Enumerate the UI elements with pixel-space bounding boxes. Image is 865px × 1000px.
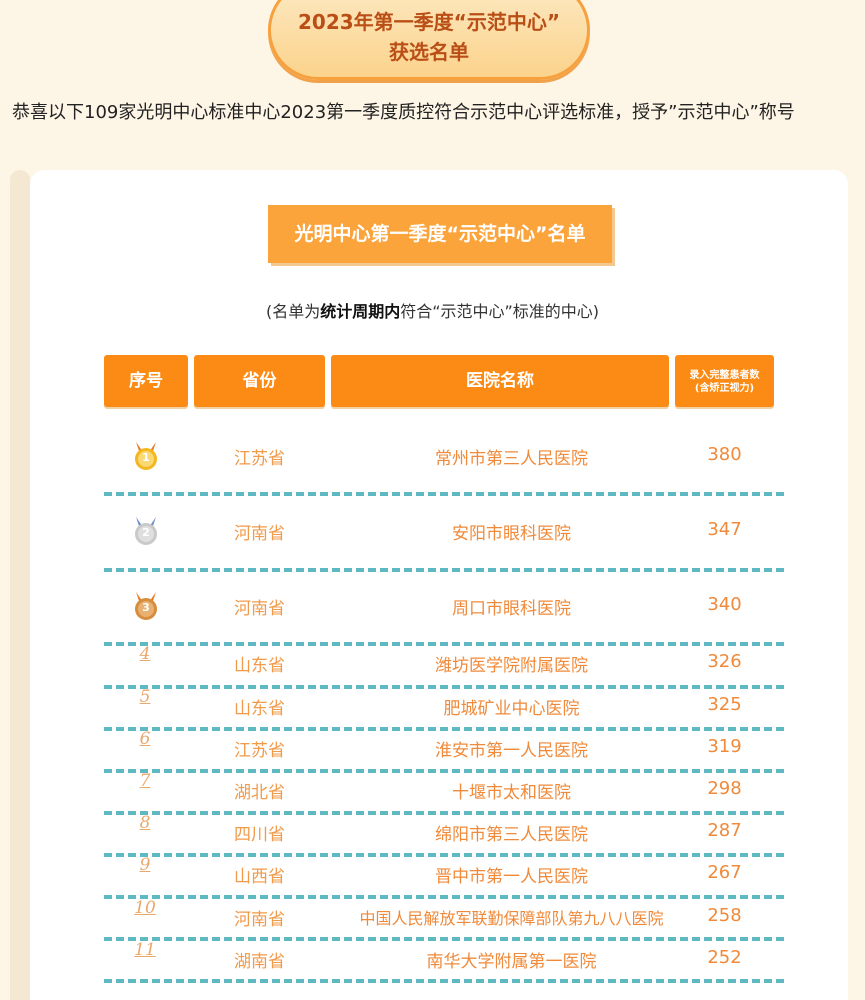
patient-count-cell: 340 [707,594,742,615]
hospital-cell: 安阳市眼科医院 [452,524,571,544]
rank-number-text: 5 [139,687,151,707]
side-strip [10,170,30,1000]
rank-number: 10 [115,898,175,928]
patient-count-cell: 380 [707,444,742,465]
hospital-cell: 晋中市第一人民医院 [435,867,588,887]
hospital-cell: 南华大学附属第一医院 [426,952,597,972]
header-count-line1: 录入完整患者数 [689,370,760,381]
header-province: 省份 [194,355,325,407]
rank-number-text: 10 [134,898,156,918]
row-divider [104,727,784,731]
patient-count-cell: 267 [707,862,742,883]
banner-title-line1: 2023年第一季度“示范中心” [298,10,560,34]
row-divider [104,937,784,941]
province-cell: 四川省 [234,825,285,845]
bronze-medal-icon: 3 [130,590,162,622]
province-cell: 江苏省 [234,741,285,761]
rank-number-text: 8 [139,813,151,833]
patient-count-cell: 325 [707,694,742,715]
province-cell: 湖南省 [234,952,285,972]
rank-number: 9 [115,855,175,885]
rank-number-text: 11 [134,940,156,960]
hospital-cell: 常州市第三人民医院 [435,449,588,469]
patient-count-cell: 252 [707,947,742,968]
medal-number: 2 [142,526,150,539]
rank-number: 5 [115,687,175,717]
medal-number: 1 [142,451,150,464]
note-bold: 统计周期内 [320,302,401,321]
hospital-cell: 淮安市第一人民医院 [435,741,588,761]
province-cell: 河南省 [234,910,285,930]
gold-medal-icon: 1 [130,440,162,472]
rank-number-text: 6 [139,729,151,749]
row-divider [104,642,784,646]
list-note: (名单为统计周期内符合“示范中心”标准的中心) [0,298,865,322]
row-divider [104,685,784,689]
province-cell: 山东省 [234,656,285,676]
patient-count-cell: 298 [707,778,742,799]
hospital-cell: 肥城矿业中心医院 [443,699,580,719]
patient-count-cell: 258 [707,905,742,926]
medal-number: 3 [142,601,150,614]
patient-count-cell: 319 [707,736,742,757]
banner-title-line2: 获选名单 [389,40,469,64]
patient-count-cell: 287 [707,820,742,841]
province-cell: 河南省 [234,524,285,544]
rank-number: 4 [115,644,175,674]
header-hospital: 医院名称 [331,355,669,407]
province-cell: 湖北省 [234,783,285,803]
patient-count-cell: 326 [707,651,742,672]
header-rank: 序号 [104,355,188,407]
province-cell: 山西省 [234,867,285,887]
row-divider [104,492,784,496]
intro-text: 恭喜以下109家光明中心标准中心2023第一季度质控符合示范中心评选标准，授予”… [12,102,795,123]
province-cell: 江苏省 [234,449,285,469]
note-suffix: 符合“示范中心”标准的中心) [400,302,600,321]
list-title: 光明中心第一季度“示范中心”名单 [268,205,612,263]
row-divider [104,568,784,572]
row-divider [104,769,784,773]
hospital-cell: 十堰市太和医院 [452,783,571,803]
row-divider [104,895,784,899]
header-count: 录入完整患者数 (含矫正视力) [675,355,774,407]
title-banner: 2023年第一季度“示范中心” 获选名单 [268,0,590,80]
header-count-line2: (含矫正视力) [694,383,755,394]
row-divider [104,811,784,815]
rank-number: 7 [115,771,175,801]
note-prefix: (名单为 [265,302,321,321]
rank-number: 11 [115,940,175,970]
rank-number: 6 [115,729,175,759]
rank-number: 8 [115,813,175,843]
silver-medal-icon: 2 [130,515,162,547]
hospital-cell: 周口市眼科医院 [452,599,571,619]
hospital-cell: 中国人民解放军联勤保障部队第九八八医院 [359,909,664,928]
patient-count-cell: 347 [707,519,742,540]
rank-number-text: 4 [139,644,151,664]
province-cell: 山东省 [234,699,285,719]
hospital-cell: 潍坊医学院附属医院 [435,656,588,676]
rank-number-text: 7 [139,771,151,791]
province-cell: 河南省 [234,599,285,619]
row-divider [104,853,784,857]
hospital-cell: 绵阳市第三人民医院 [435,825,588,845]
rank-number-text: 9 [139,855,151,875]
row-divider [104,979,784,983]
